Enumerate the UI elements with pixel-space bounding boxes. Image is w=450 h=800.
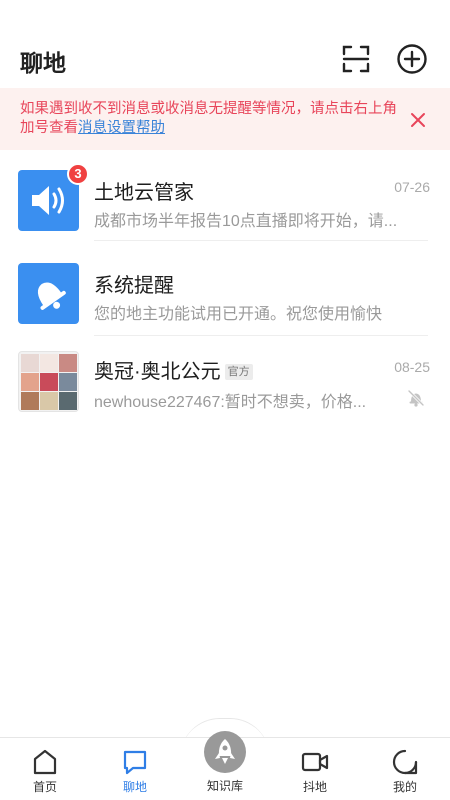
chat-name: 土地云管家 — [94, 182, 194, 204]
unread-badge: 3 — [67, 163, 89, 185]
home-icon — [33, 749, 57, 775]
tab-chat[interactable]: 聊地 — [90, 738, 180, 800]
chat-list: 3 土地云管家 07-26 成都市场半年报告10点直播即将开始，请... 系统提… — [0, 150, 450, 412]
page-title: 聊地 — [20, 50, 66, 76]
header: 聊地 — [0, 0, 450, 88]
tab-douyin-land[interactable]: 抖地 — [270, 738, 360, 800]
knowledge-base-button — [204, 731, 246, 773]
group-avatar — [18, 351, 79, 412]
notice-close-button[interactable] — [408, 110, 428, 130]
chat-item-aoguan[interactable]: 奥冠·奥北公元 官方 08-25 newhouse227467:暂时不想卖，价格.… — [0, 336, 450, 427]
tab-label: 抖地 — [302, 780, 327, 794]
chat-preview: 成都市场半年报告10点直播即将开始，请... — [94, 213, 398, 230]
chat-name: 系统提醒 — [94, 275, 174, 297]
chat-time: 07-26 — [394, 179, 430, 195]
chat-time: 08-25 — [394, 359, 430, 375]
notice-message: 如果遇到收不到消息或收消息无提醒等情况，请点击右上角加号查看 — [20, 101, 397, 136]
muted-bell-icon — [406, 388, 428, 413]
tab-label: 首页 — [32, 780, 57, 794]
avatar — [18, 263, 79, 324]
chat-bubble-icon — [123, 750, 147, 775]
official-tag: 官方 — [224, 364, 253, 380]
tab-label: 我的 — [392, 780, 417, 794]
notice-text: 如果遇到收不到消息或收消息无提醒等情况，请点击右上角加号查看消息设置帮助 — [20, 100, 400, 138]
video-camera-icon — [301, 752, 329, 772]
plus-circle-icon — [397, 44, 427, 74]
chat-item-tudi-cloud[interactable]: 3 土地云管家 07-26 成都市场半年报告10点直播即将开始，请... — [0, 150, 450, 241]
chat-name-text: 奥冠·奥北公元 — [94, 361, 221, 383]
message-settings-help-link[interactable]: 消息设置帮助 — [78, 120, 165, 136]
add-button[interactable] — [396, 43, 428, 75]
tab-knowledge-base[interactable]: 知识库 — [180, 731, 270, 800]
scan-icon — [342, 45, 370, 73]
notice-banner: 如果遇到收不到消息或收消息无提醒等情况，请点击右上角加号查看消息设置帮助 — [0, 88, 450, 150]
bell-icon — [37, 282, 66, 310]
tab-home[interactable]: 首页 — [0, 738, 90, 800]
chat-preview: 您的地主功能试用已开通。祝您使用愉快 — [94, 306, 383, 323]
scan-button[interactable] — [341, 44, 371, 74]
tab-label: 知识库 — [206, 779, 243, 793]
rocket-icon — [215, 739, 235, 764]
chat-item-system-reminder[interactable]: 系统提醒 您的地主功能试用已开通。祝您使用愉快 — [0, 241, 450, 336]
tab-mine[interactable]: 我的 — [360, 738, 450, 800]
tab-label: 聊地 — [122, 780, 147, 794]
close-icon — [411, 113, 425, 127]
profile-icon — [392, 749, 418, 775]
chat-preview: newhouse227467:暂时不想卖，价格... — [94, 394, 367, 411]
chat-name: 奥冠·奥北公元 官方 — [94, 355, 253, 384]
